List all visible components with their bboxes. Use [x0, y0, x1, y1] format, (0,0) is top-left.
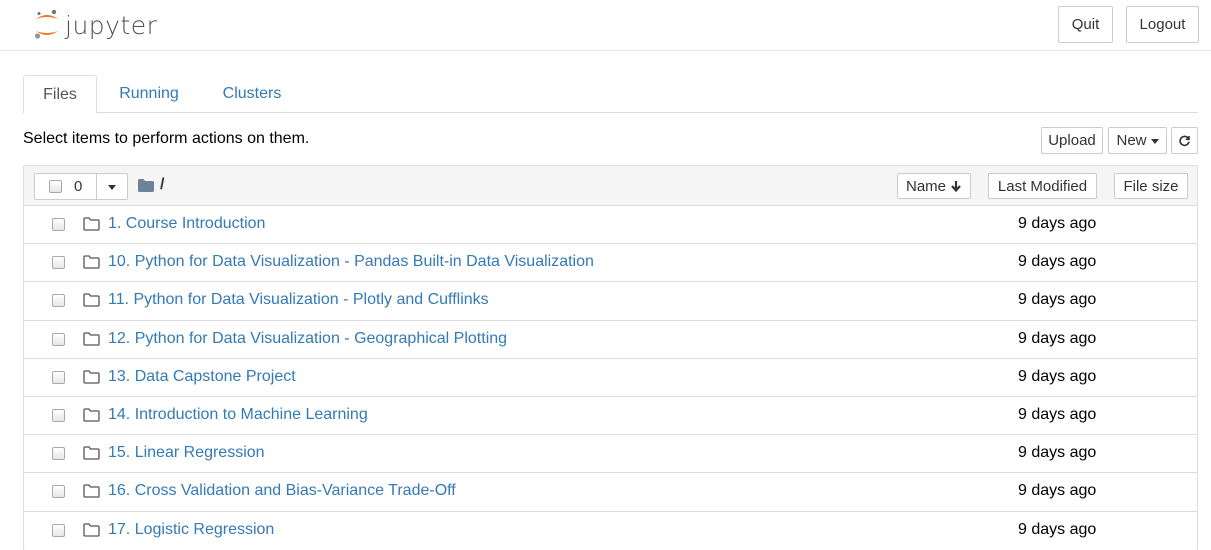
logo-text: jupyter — [65, 10, 158, 40]
upload-button[interactable]: Upload — [1041, 127, 1103, 154]
item-checkbox[interactable] — [52, 485, 65, 499]
folder-outline-icon — [83, 331, 100, 346]
item-modified: 9 days ago — [1018, 215, 1097, 232]
item-checkbox[interactable] — [52, 218, 65, 231]
jupyter-logo[interactable]: jupyter — [34, 6, 157, 44]
select-all-checkbox-area[interactable]: 0 — [35, 174, 97, 199]
sort-file-size-button[interactable]: File size — [1114, 173, 1188, 199]
list-item[interactable]: 16. Cross Validation and Bias-Variance T… — [24, 473, 1197, 512]
logout-button[interactable]: Logout — [1126, 6, 1199, 43]
item-name-link[interactable]: 16. Cross Validation and Bias-Variance T… — [108, 482, 456, 500]
selection-hint: Select items to perform actions on them. — [23, 130, 310, 147]
sort-name-button[interactable]: Name — [897, 173, 971, 199]
new-button-label: New — [1116, 132, 1147, 149]
sort-last-modified-button[interactable]: Last Modified — [988, 173, 1097, 199]
tab-bar: Files Running Clusters — [23, 75, 1198, 114]
jupyter-logo-icon — [34, 9, 58, 39]
arrow-down-icon — [951, 181, 961, 192]
item-name-link[interactable]: 13. Data Capstone Project — [108, 368, 296, 386]
file-list: 0 / Name Last Modified File size 1. Cour… — [23, 165, 1198, 550]
header-bar: jupyter Quit Logout — [0, 0, 1211, 51]
file-rows: 1. Course Introduction 9 days ago 10. Py… — [24, 206, 1197, 550]
item-modified: 9 days ago — [1018, 520, 1097, 538]
item-checkbox[interactable] — [52, 294, 65, 308]
folder-outline-icon — [83, 293, 100, 308]
list-item[interactable]: 15. Linear Regression 9 days ago — [24, 435, 1197, 474]
tab-running[interactable]: Running — [104, 75, 194, 113]
refresh-button[interactable] — [1171, 127, 1198, 154]
list-item[interactable]: 11. Python for Data Visualization - Plot… — [24, 282, 1197, 321]
folder-outline-icon — [83, 408, 100, 422]
item-modified: 9 days ago — [1018, 405, 1097, 423]
refresh-icon — [1179, 135, 1190, 147]
item-modified: 9 days ago — [1018, 482, 1097, 500]
breadcrumb[interactable]: / — [138, 176, 164, 194]
item-name-link[interactable]: 17. Logistic Regression — [108, 521, 274, 539]
item-name-link[interactable]: 1. Course Introduction — [108, 215, 265, 233]
selected-count: 0 — [74, 178, 83, 195]
item-checkbox[interactable] — [52, 256, 65, 270]
item-modified: 9 days ago — [1018, 444, 1097, 462]
new-button[interactable]: New — [1108, 127, 1167, 154]
list-item[interactable]: 14. Introduction to Machine Learning 9 d… — [24, 397, 1197, 436]
folder-outline-icon — [83, 217, 100, 231]
item-name-link[interactable]: 12. Python for Data Visualization - Geog… — [108, 330, 507, 348]
item-name-link[interactable]: 10. Python for Data Visualization - Pand… — [108, 253, 594, 271]
folder-outline-icon — [83, 446, 100, 460]
select-all-group: 0 — [34, 173, 128, 200]
item-modified: 9 days ago — [1018, 329, 1097, 347]
list-item[interactable]: 10. Python for Data Visualization - Pand… — [24, 244, 1197, 283]
tab-clusters[interactable]: Clusters — [207, 75, 297, 113]
item-checkbox[interactable] — [52, 332, 65, 346]
list-item[interactable]: 13. Data Capstone Project 9 days ago — [24, 359, 1197, 397]
file-list-header: 0 / Name Last Modified File size — [24, 166, 1197, 206]
item-name-link[interactable]: 11. Python for Data Visualization - Plot… — [108, 291, 489, 309]
item-checkbox[interactable] — [52, 523, 65, 537]
folder-outline-icon — [83, 522, 100, 537]
item-checkbox[interactable] — [52, 370, 65, 384]
item-checkbox[interactable] — [52, 447, 65, 461]
breadcrumb-root[interactable]: / — [160, 176, 164, 194]
item-modified: 9 days ago — [1018, 253, 1097, 271]
list-item[interactable]: 12. Python for Data Visualization - Geog… — [24, 321, 1197, 359]
select-menu-dropdown[interactable] — [97, 174, 127, 199]
item-name-link[interactable]: 15. Linear Regression — [108, 444, 265, 462]
item-modified: 9 days ago — [1018, 367, 1097, 385]
list-item[interactable]: 17. Logistic Regression 9 days ago — [24, 512, 1197, 550]
list-item[interactable]: 1. Course Introduction 9 days ago — [24, 206, 1197, 245]
item-name-link[interactable]: 14. Introduction to Machine Learning — [108, 406, 368, 424]
tab-files[interactable]: Files — [23, 75, 97, 114]
caret-down-icon — [1150, 139, 1159, 144]
quit-button[interactable]: Quit — [1058, 6, 1113, 43]
item-modified: 9 days ago — [1018, 291, 1097, 309]
caret-down-icon — [108, 185, 116, 190]
sort-name-label: Name — [905, 177, 946, 195]
folder-icon — [138, 178, 154, 192]
folder-outline-icon — [83, 370, 100, 384]
folder-outline-icon — [83, 484, 100, 498]
item-checkbox[interactable] — [52, 408, 65, 422]
folder-outline-icon — [83, 255, 100, 269]
select-all-checkbox[interactable] — [49, 180, 62, 193]
